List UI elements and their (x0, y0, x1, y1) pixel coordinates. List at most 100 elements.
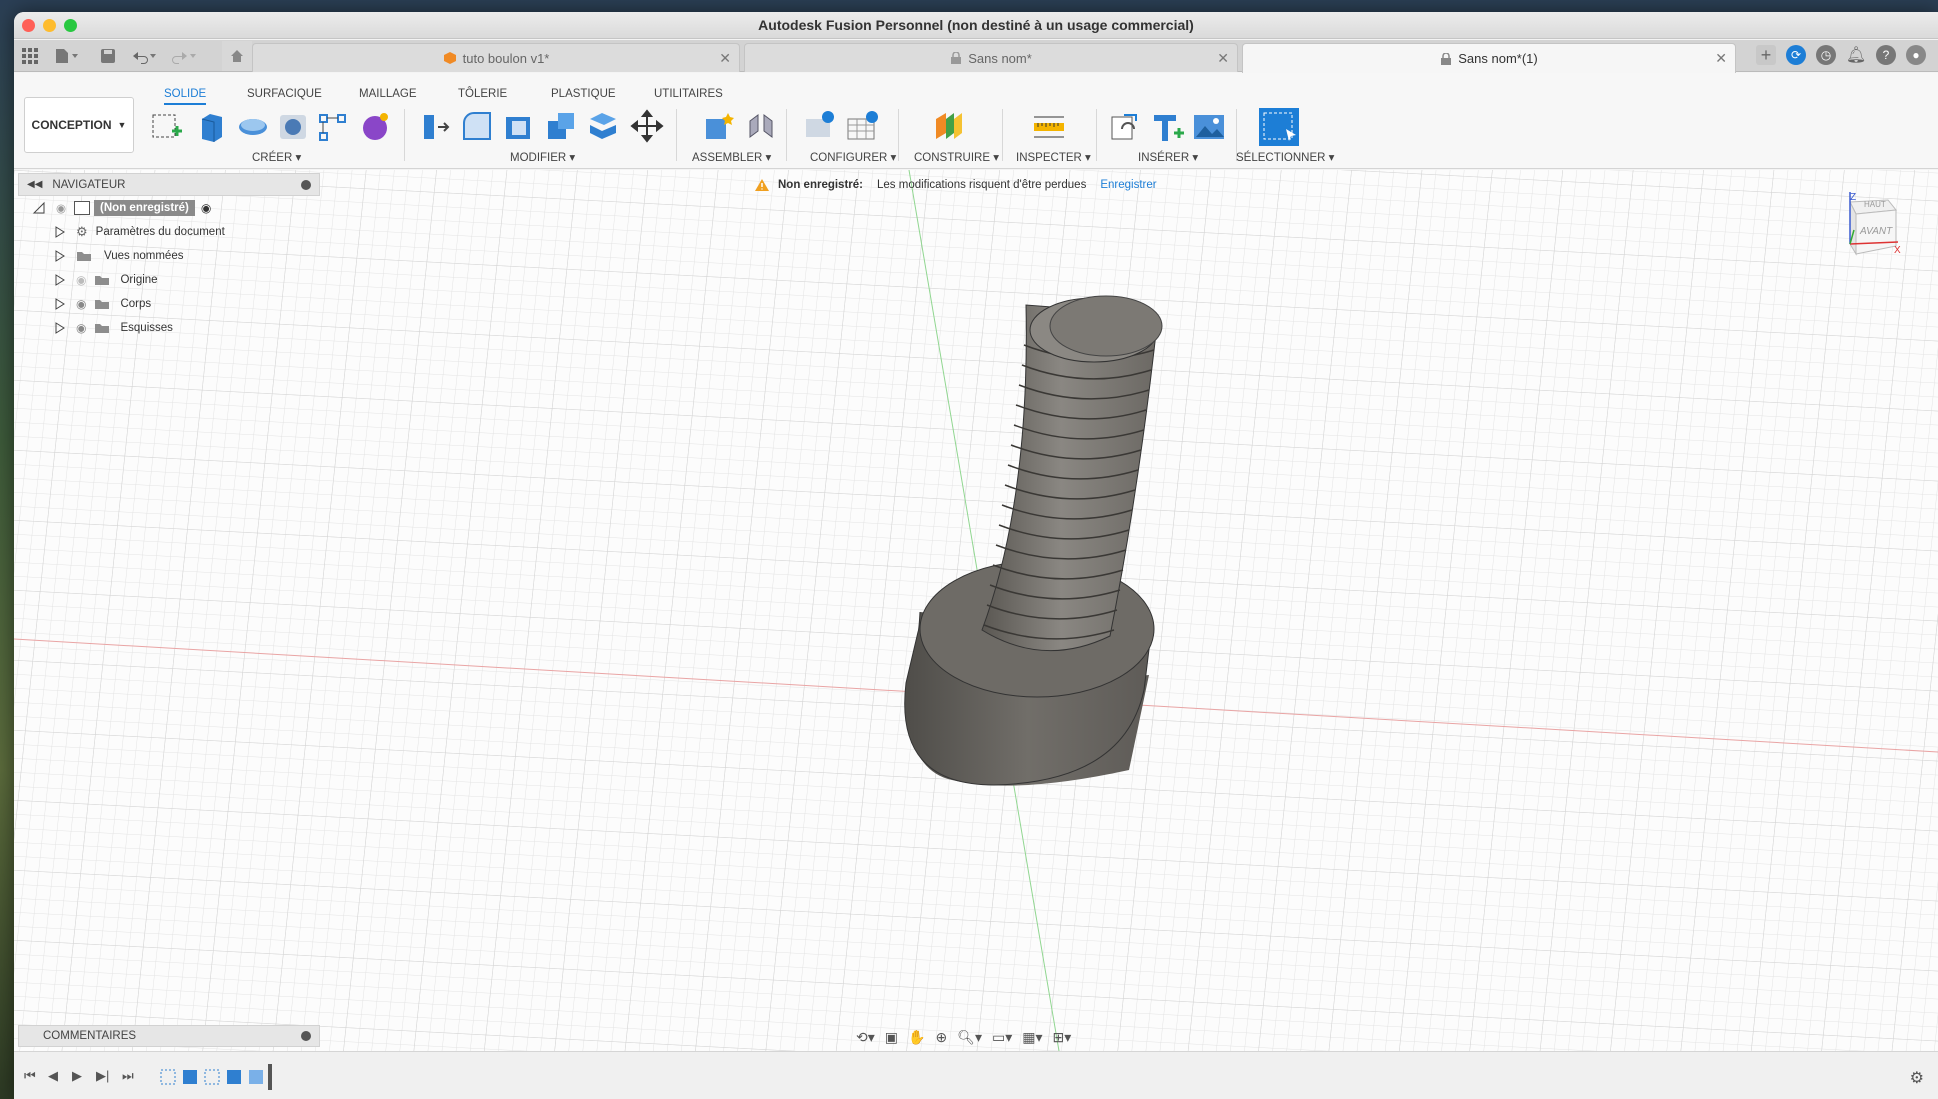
tree-root[interactable]: ◉ (Non enregistré) ◉ (18, 196, 320, 220)
create-form-icon[interactable] (358, 109, 392, 143)
tab-utilitaires[interactable]: UTILITAIRES (654, 88, 723, 100)
close-window-button[interactable] (22, 19, 35, 32)
zoom-icon[interactable]: ⊕ (935, 1029, 947, 1046)
close-tab-icon[interactable]: ✕ (1217, 50, 1229, 67)
group-inspecter[interactable]: INSPECTER ▾ (1016, 150, 1091, 164)
viewcube-top-label[interactable]: HAUT (1864, 200, 1886, 209)
press-pull-icon[interactable] (418, 109, 452, 143)
combine-icon[interactable] (544, 109, 578, 143)
eye-icon[interactable]: ◉ (76, 321, 86, 335)
step-forward-icon[interactable]: ▶| (96, 1068, 109, 1084)
tab-sans-nom[interactable]: Sans nom* ✕ (744, 43, 1238, 72)
orbit-icon[interactable]: ⟲▾ (856, 1029, 875, 1046)
display-settings-icon[interactable]: ▭▾ (992, 1029, 1012, 1046)
insert-canvas-icon[interactable] (1192, 109, 1226, 143)
redo-icon[interactable] (172, 40, 198, 72)
group-construire[interactable]: CONSTRUIRE ▾ (914, 150, 999, 164)
timeline-features[interactable] (159, 1064, 299, 1092)
insert-derive-icon[interactable] (1108, 109, 1142, 143)
collapse-triangle-icon[interactable] (32, 201, 46, 215)
revolve-icon[interactable] (236, 109, 270, 143)
file-menu-icon[interactable] (54, 40, 78, 72)
group-label: CONSTRUIRE (914, 152, 991, 164)
app-grid-icon[interactable] (22, 40, 38, 72)
tab-maillage[interactable]: MAILLAGE (359, 88, 417, 100)
insert-mcmaster-icon[interactable] (1150, 109, 1184, 143)
move-icon[interactable] (630, 109, 664, 143)
eye-icon[interactable]: ◉ (56, 201, 66, 215)
add-comment-icon[interactable] (301, 1031, 311, 1041)
workspace-dropdown[interactable]: CONCEPTION ▼ (24, 97, 134, 153)
history-icon[interactable]: ◷ (1816, 45, 1836, 65)
close-tab-icon[interactable]: ✕ (719, 50, 731, 67)
tab-tuto-boulon[interactable]: tuto boulon v1* ✕ (252, 43, 740, 72)
zoom-window-button[interactable] (64, 19, 77, 32)
expand-triangle-icon[interactable] (54, 226, 66, 238)
go-to-start-icon[interactable]: ⏮ (24, 1068, 36, 1084)
joint-icon[interactable] (744, 109, 778, 143)
group-configurer[interactable]: CONFIGURER ▾ (810, 150, 896, 164)
play-icon[interactable]: ▶ (72, 1068, 82, 1084)
expand-triangle-icon[interactable] (54, 274, 66, 286)
save-link[interactable]: Enregistrer (1100, 179, 1156, 191)
folder-icon (95, 300, 110, 309)
group-modifier[interactable]: MODIFIER ▾ (510, 150, 575, 164)
minimize-panel-icon[interactable] (301, 179, 311, 190)
tab-tolerie[interactable]: TÔLERIE (458, 88, 507, 100)
viewports-icon[interactable]: ⊞▾ (1053, 1029, 1072, 1046)
tab-solide[interactable]: SOLIDE (164, 88, 207, 105)
shell-icon[interactable] (502, 109, 536, 143)
viewcube[interactable]: Z HAUT AVANT X (1840, 190, 1902, 260)
pattern-icon[interactable] (316, 109, 350, 143)
tab-surfacique[interactable]: SURFACIQUE (247, 88, 322, 100)
select-icon[interactable] (1258, 107, 1300, 147)
group-selectionner[interactable]: SÉLECTIONNER ▾ (1236, 150, 1334, 164)
tree-item-corps[interactable]: ◉ Corps (18, 292, 320, 316)
close-tab-icon[interactable]: ✕ (1715, 50, 1727, 67)
tree-item-esquisses[interactable]: ◉ Esquisses (18, 316, 320, 340)
new-tab-icon[interactable]: + (1756, 45, 1776, 65)
grid-settings-icon[interactable]: ▦▾ (1022, 1029, 1042, 1046)
eye-hidden-icon[interactable]: ◉ (76, 273, 86, 287)
tree-item-vues-nommees[interactable]: Vues nommées (18, 244, 320, 268)
create-sketch-icon[interactable] (150, 109, 184, 143)
go-to-end-icon[interactable]: ⏭ (122, 1068, 134, 1084)
notifications-icon[interactable]: 🔔︎ (1846, 45, 1866, 65)
undo-icon[interactable] (132, 40, 158, 72)
offset-plane-icon[interactable] (932, 109, 966, 143)
comments-panel[interactable]: COMMENTAIRES (18, 1025, 320, 1047)
tree-item-parametres[interactable]: ⚙ Paramètres du document (18, 220, 320, 244)
expand-triangle-icon[interactable] (54, 298, 66, 310)
measure-icon[interactable] (1032, 109, 1066, 143)
fillet-icon[interactable] (460, 109, 494, 143)
home-icon[interactable] (222, 41, 252, 71)
eye-icon[interactable]: ◉ (76, 297, 86, 311)
collapse-panel-icon[interactable]: ◀◀ (27, 179, 42, 190)
timeline-settings-icon[interactable]: ⚙ (1910, 1068, 1924, 1088)
group-creer[interactable]: CRÉER ▾ (252, 150, 301, 164)
group-inserer[interactable]: INSÉRER ▾ (1138, 150, 1198, 164)
extrude-icon[interactable] (194, 109, 228, 143)
offset-face-icon[interactable] (586, 109, 620, 143)
tab-sans-nom-1[interactable]: Sans nom*(1) ✕ (1242, 43, 1736, 73)
save-icon[interactable] (100, 40, 116, 72)
activate-radio-icon[interactable]: ◉ (201, 201, 211, 215)
tab-plastique[interactable]: PLASTIQUE (551, 88, 616, 100)
group-assembler[interactable]: ASSEMBLER ▾ (692, 150, 771, 164)
configure-icon[interactable] (802, 109, 836, 143)
help-icon[interactable]: ? (1876, 45, 1896, 65)
configuration-table-icon[interactable] (844, 109, 878, 143)
pan-icon[interactable]: ✋ (908, 1029, 925, 1046)
job-status-icon[interactable]: ⟳ (1786, 45, 1806, 65)
look-at-icon[interactable]: ▣ (885, 1029, 898, 1046)
viewcube-front-label[interactable]: AVANT (1859, 226, 1893, 237)
fit-icon[interactable]: 🔍︎▾ (957, 1029, 982, 1046)
new-component-icon[interactable] (702, 109, 736, 143)
avatar[interactable]: ● (1906, 45, 1926, 65)
expand-triangle-icon[interactable] (54, 250, 66, 262)
step-back-icon[interactable]: ◀ (48, 1068, 58, 1084)
hole-icon[interactable] (276, 109, 310, 143)
minimize-window-button[interactable] (43, 19, 56, 32)
tree-item-origine[interactable]: ◉ Origine (18, 268, 320, 292)
expand-triangle-icon[interactable] (54, 322, 66, 334)
